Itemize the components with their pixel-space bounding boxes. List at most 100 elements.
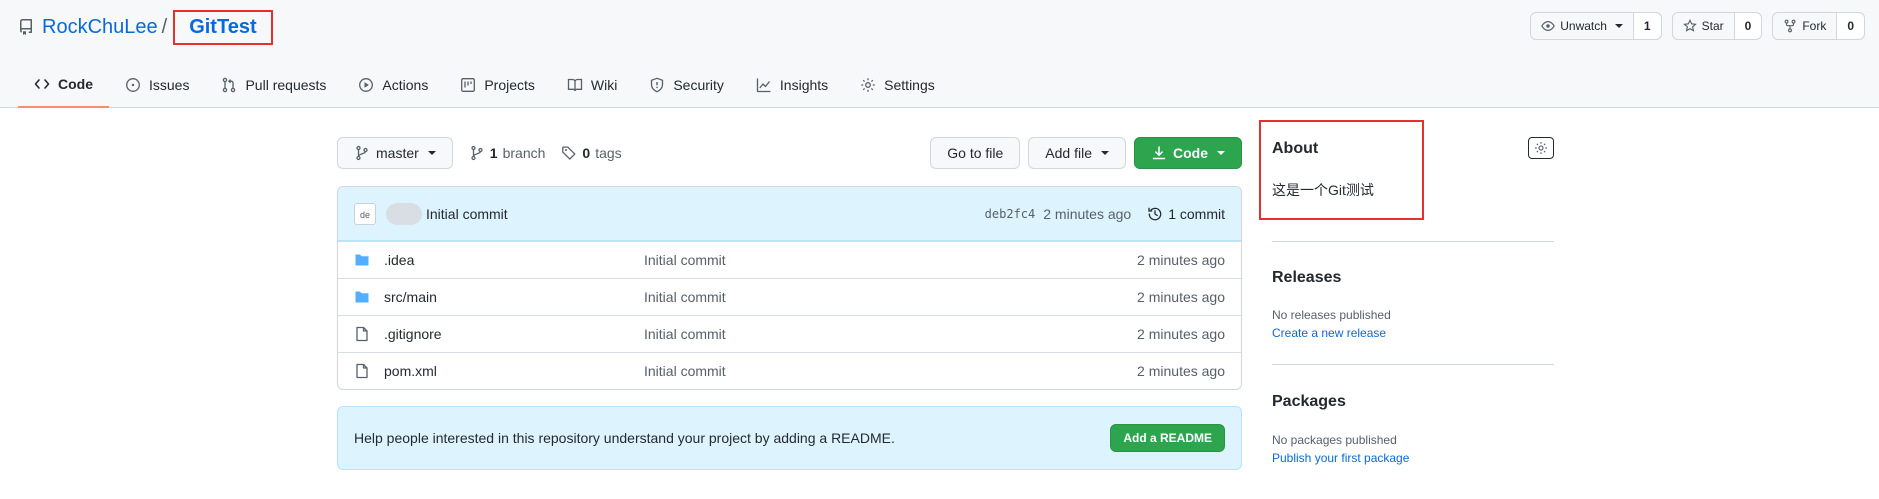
file-age: 2 minutes ago bbox=[1137, 326, 1225, 342]
file-row[interactable]: src/main Initial commit 2 minutes ago bbox=[338, 278, 1241, 315]
star-count[interactable]: 0 bbox=[1734, 13, 1762, 39]
unwatch-label: Unwatch bbox=[1560, 19, 1607, 33]
branch-count: 1 bbox=[489, 145, 498, 161]
tab-label: Projects bbox=[484, 77, 535, 93]
tab-settings[interactable]: Settings bbox=[844, 62, 951, 108]
star-button[interactable]: Star bbox=[1673, 13, 1735, 39]
sidebar-divider bbox=[1272, 364, 1554, 365]
tag-word: tags bbox=[595, 145, 622, 161]
fork-button-group: Fork 0 bbox=[1772, 12, 1865, 40]
add-readme-button[interactable]: Add a README bbox=[1110, 424, 1225, 452]
tag-count: 0 bbox=[582, 145, 591, 161]
watch-count[interactable]: 1 bbox=[1633, 13, 1661, 39]
watch-button-group: Unwatch 1 bbox=[1530, 12, 1662, 40]
about-settings-button[interactable] bbox=[1528, 137, 1554, 159]
publish-package-link[interactable]: Publish your first package bbox=[1272, 451, 1409, 465]
file-commit-message[interactable]: Initial commit bbox=[644, 326, 1137, 342]
tab-pull-requests[interactable]: Pull requests bbox=[205, 62, 342, 108]
repo-icon bbox=[18, 19, 34, 35]
readme-prompt: Help people interested in this repositor… bbox=[337, 406, 1242, 470]
fork-button[interactable]: Fork bbox=[1773, 13, 1838, 39]
commit-count: 1 commit bbox=[1168, 205, 1225, 222]
tab-code[interactable]: Code bbox=[18, 62, 109, 108]
folder-icon bbox=[354, 252, 370, 268]
tags-link[interactable]: 0 tags bbox=[561, 145, 622, 161]
gear-icon bbox=[1535, 142, 1547, 154]
file-age: 2 minutes ago bbox=[1137, 252, 1225, 268]
tab-projects[interactable]: Projects bbox=[444, 62, 551, 108]
tab-issues[interactable]: Issues bbox=[109, 62, 205, 108]
star-label: Star bbox=[1701, 19, 1724, 33]
star-icon bbox=[1682, 19, 1697, 32]
branch-icon bbox=[471, 145, 483, 161]
file-commit-message[interactable]: Initial commit bbox=[644, 289, 1137, 305]
releases-heading[interactable]: Releases bbox=[1272, 269, 1341, 287]
create-release-link[interactable]: Create a new release bbox=[1272, 326, 1386, 340]
avatar-alt-text: de bbox=[359, 209, 370, 220]
packages-heading[interactable]: Packages bbox=[1272, 393, 1346, 411]
about-heading: About bbox=[1272, 140, 1319, 157]
go-to-file-button[interactable]: Go to file bbox=[930, 137, 1021, 169]
file-commit-message[interactable]: Initial commit bbox=[644, 363, 1137, 379]
releases-empty-text: No releases published bbox=[1272, 308, 1391, 322]
chevron-down-icon bbox=[1101, 151, 1109, 155]
repo-separator: / bbox=[161, 15, 168, 38]
author-avatar[interactable]: de bbox=[354, 202, 376, 225]
file-row[interactable]: .idea Initial commit 2 minutes ago bbox=[338, 241, 1241, 278]
branches-link[interactable]: 1 branch bbox=[469, 145, 546, 161]
tab-wiki[interactable]: Wiki bbox=[551, 62, 633, 108]
about-highlight-box bbox=[1259, 120, 1424, 220]
fork-icon bbox=[1784, 19, 1796, 33]
repo-owner-link[interactable]: RockChuLee bbox=[42, 16, 158, 39]
project-icon bbox=[461, 78, 476, 92]
readme-prompt-text: Help people interested in this repositor… bbox=[354, 430, 895, 446]
chevron-down-icon bbox=[1217, 151, 1225, 155]
tab-label: Code bbox=[58, 76, 93, 92]
tab-label: Insights bbox=[779, 77, 829, 93]
commit-sha[interactable]: deb2fc4 bbox=[985, 207, 1036, 221]
add-file-button[interactable]: Add file bbox=[1028, 137, 1126, 169]
history-icon bbox=[1148, 207, 1162, 220]
author-name-placeholder[interactable] bbox=[386, 202, 422, 225]
graph-icon bbox=[756, 78, 771, 93]
gear-icon bbox=[861, 78, 875, 92]
fork-count[interactable]: 0 bbox=[1837, 13, 1864, 39]
file-name-link[interactable]: .idea bbox=[384, 252, 644, 268]
folder-icon bbox=[354, 289, 370, 305]
about-description: 这是一个Git测试 bbox=[1272, 182, 1374, 198]
file-name-link[interactable]: pom.xml bbox=[384, 363, 644, 379]
packages-empty-text: No packages published bbox=[1272, 433, 1397, 447]
file-row[interactable]: pom.xml Initial commit 2 minutes ago bbox=[338, 352, 1241, 389]
commit-time: 2 minutes ago bbox=[1043, 205, 1132, 222]
tab-actions[interactable]: Actions bbox=[342, 62, 444, 108]
file-browser: de Initial commit deb2fc4 2 minutes ago … bbox=[337, 186, 1242, 390]
issue-icon bbox=[126, 78, 140, 92]
latest-commit-message[interactable]: Initial commit bbox=[426, 206, 508, 222]
tab-insights[interactable]: Insights bbox=[740, 62, 844, 108]
file-commit-message[interactable]: Initial commit bbox=[644, 252, 1137, 268]
unwatch-button[interactable]: Unwatch bbox=[1531, 13, 1634, 39]
repo-header: RockChuLee / GitTest Unwatch 1 Star 0 Fo… bbox=[0, 0, 1879, 108]
book-icon bbox=[567, 78, 583, 92]
branch-name: master bbox=[376, 145, 419, 161]
repo-actions: Unwatch 1 Star 0 Fork 0 bbox=[1530, 12, 1865, 40]
repo-name-link[interactable]: GitTest bbox=[173, 9, 273, 45]
branch-select-button[interactable]: master bbox=[337, 137, 453, 169]
tab-label: Settings bbox=[884, 77, 935, 93]
file-row[interactable]: .gitignore Initial commit 2 minutes ago bbox=[338, 315, 1241, 352]
repo-title: RockChuLee / GitTest bbox=[18, 9, 273, 45]
shield-icon bbox=[651, 77, 664, 93]
tab-label: Issues bbox=[149, 77, 190, 93]
play-icon bbox=[359, 78, 374, 92]
tag-icon bbox=[562, 146, 576, 160]
chevron-down-icon bbox=[427, 151, 436, 155]
commit-history-link[interactable]: 1 commit bbox=[1147, 206, 1225, 222]
file-name-link[interactable]: .gitignore bbox=[384, 326, 644, 342]
download-icon bbox=[1152, 146, 1166, 160]
branch-word: branch bbox=[502, 145, 546, 161]
tab-label: Wiki bbox=[590, 77, 618, 93]
chevron-down-icon bbox=[1614, 24, 1623, 28]
tab-security[interactable]: Security bbox=[633, 62, 740, 108]
file-name-link[interactable]: src/main bbox=[384, 289, 644, 305]
code-dropdown-button[interactable]: Code bbox=[1134, 137, 1242, 169]
